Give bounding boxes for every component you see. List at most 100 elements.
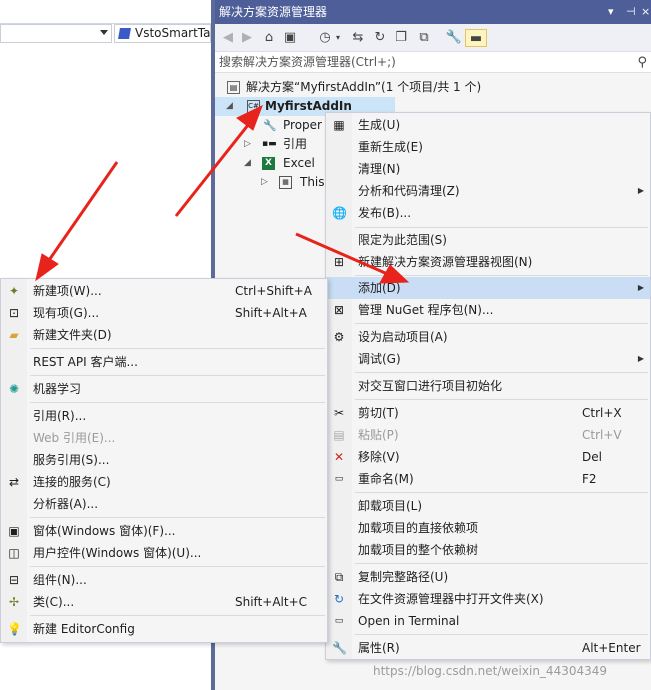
class-cube-icon [118, 28, 131, 39]
menu-separator [355, 399, 648, 400]
menu-item-label: 添加(D) [358, 281, 401, 295]
tree-item-references[interactable]: ▷ ▪▬ 引用 [215, 135, 335, 154]
menu-item-interactive-init[interactable]: 对交互窗口进行项目初始化 [326, 375, 650, 397]
menu-item-user-control[interactable]: ◫ 用户控件(Windows 窗体)(U)... [1, 542, 327, 564]
menu-item-rebuild[interactable]: 重新生成(E) [326, 136, 650, 158]
navigation-combo[interactable] [0, 24, 112, 43]
menu-item-new-view[interactable]: ⊞ 新建解决方案资源管理器视图(N) [326, 251, 650, 273]
properties-wrench-icon[interactable]: 🔧 [445, 29, 463, 47]
menu-item-debug[interactable]: 调试(G) ▶ [326, 348, 650, 370]
menu-item-rename[interactable]: ▭ 重命名(M) F2 [326, 468, 650, 490]
close-icon[interactable]: × [641, 0, 650, 24]
panel-menu-icon[interactable]: ▾ [608, 0, 614, 24]
menu-item-label: 分析和代码清理(Z) [358, 184, 460, 198]
menu-item-copy-path[interactable]: ⧉ 复制完整路径(U) [326, 566, 650, 588]
tree-item-label: Excel [283, 156, 315, 170]
menu-shortcut: Alt+Enter [582, 641, 641, 655]
collapse-all-icon[interactable]: ❐ [392, 29, 410, 47]
preview-selected-icon[interactable]: ▬ [465, 29, 487, 47]
menu-item-label: 移除(V) [358, 450, 400, 464]
tree-item-solution[interactable]: ▤ 解决方案“MyfirstAddIn”(1 个项目/共 1 个) [215, 78, 651, 97]
menu-item-unload[interactable]: 卸载项目(L) [326, 495, 650, 517]
menu-item-new-item[interactable]: ✦ 新建项(W)... Ctrl+Shift+A [1, 280, 327, 302]
menu-item-build[interactable]: ▦ 生成(U) [326, 114, 650, 136]
search-icon: ⚲ [637, 55, 647, 70]
menu-item-component[interactable]: ⊟ 组件(N)... [1, 569, 327, 591]
menu-item-connected-service[interactable]: ⇄ 连接的服务(C) [1, 471, 327, 493]
menu-item-remove[interactable]: ✕ 移除(V) Del [326, 446, 650, 468]
menu-shortcut: Shift+Alt+A [235, 306, 307, 320]
menu-item-editorconfig[interactable]: 💡 新建 EditorConfig [1, 618, 327, 640]
menu-item-label: 用户控件(Windows 窗体)(U)... [33, 546, 202, 560]
existing-item-icon: ⊡ [8, 306, 20, 320]
menu-item-label: 机器学习 [33, 382, 82, 396]
menu-item-label: 连接的服务(C) [33, 475, 111, 489]
back-icon[interactable]: ◀ [219, 29, 237, 47]
forward-icon[interactable]: ▶ [238, 29, 256, 47]
menu-separator [30, 517, 325, 518]
menu-item-open-terminal[interactable]: ▭ Open in Terminal [326, 610, 650, 632]
menu-item-set-startup[interactable]: ⚙ 设为启动项目(A) [326, 326, 650, 348]
tree-item-excel[interactable]: ◢ X Excel [215, 154, 335, 173]
menu-item-analyzer[interactable]: 分析器(A)... [1, 493, 327, 515]
tree-item-label: Proper [283, 118, 322, 132]
menu-item-machine-learning[interactable]: ✺ 机器学习 [1, 378, 327, 400]
menu-item-load-direct[interactable]: 加载项目的直接依赖项 [326, 517, 650, 539]
menu-item-add[interactable]: 添加(D) ▶ [326, 277, 650, 299]
menu-item-paste[interactable]: ▤ 粘贴(P) Ctrl+V [326, 424, 650, 446]
menu-item-class[interactable]: ✢ 类(C)... Shift+Alt+C [1, 591, 327, 613]
menu-item-label: 分析器(A)... [33, 497, 99, 511]
menu-item-service-reference[interactable]: 服务引用(S)... [1, 449, 327, 471]
menu-item-label: 新建文件夹(D) [33, 328, 112, 342]
menu-item-label: 新建项(W)... [33, 284, 102, 298]
menu-item-reference[interactable]: 引用(R)... [1, 405, 327, 427]
terminal-icon: ▭ [334, 616, 344, 626]
search-placeholder: 搜索解决方案资源管理器(Ctrl+;) [219, 55, 396, 69]
menu-item-label: 现有项(G)... [33, 306, 100, 320]
menu-item-label: 调试(G) [358, 352, 401, 366]
menu-item-web-reference[interactable]: Web 引用(E)... [1, 427, 327, 449]
menu-item-nuget[interactable]: ⊠ 管理 NuGet 程序包(N)... [326, 299, 650, 321]
member-combo[interactable]: VstoSmartTa [114, 24, 211, 43]
menu-item-label: 新建 EditorConfig [33, 622, 135, 636]
solution-explorer-search[interactable]: 搜索解决方案资源管理器(Ctrl+;) ⚲ [215, 52, 651, 73]
refresh-icon[interactable]: ↻ [371, 29, 389, 47]
home-icon[interactable]: ⌂ [260, 29, 278, 47]
menu-item-windows-form[interactable]: ▣ 窗体(Windows 窗体)(F)... [1, 520, 327, 542]
menu-item-analyze[interactable]: 分析和代码清理(Z) ▶ [326, 180, 650, 202]
expanded-arrow-icon: ◢ [226, 101, 233, 111]
pin-icon[interactable]: ⊣ [626, 0, 636, 24]
menu-item-new-folder[interactable]: ▰ 新建文件夹(D) [1, 324, 327, 346]
history-dropdown-icon[interactable]: ▾ [329, 29, 347, 47]
menu-item-label: 引用(R)... [33, 409, 87, 423]
menu-separator [355, 372, 648, 373]
sync-icon[interactable]: ⇆ [349, 29, 367, 47]
menu-item-clean[interactable]: 清理(N) [326, 158, 650, 180]
menu-item-publish[interactable]: 🌐 发布(B)... [326, 202, 650, 224]
menu-item-label: 设为启动项目(A) [358, 330, 448, 344]
menu-item-label: 对交互窗口进行项目初始化 [358, 379, 503, 393]
menu-shortcut: F2 [582, 472, 597, 486]
switch-views-icon[interactable]: ▣ [281, 29, 299, 47]
menu-item-cut[interactable]: ✂ 剪切(T) Ctrl+X [326, 402, 650, 424]
form-icon: ▣ [8, 524, 20, 538]
menu-shortcut: Ctrl+X [582, 406, 622, 420]
menu-item-open-folder[interactable]: ↻ 在文件资源管理器中打开文件夹(X) [326, 588, 650, 610]
rename-icon: ▭ [334, 474, 344, 484]
menu-item-properties[interactable]: 🔧 属性(R) Alt+Enter [326, 637, 650, 659]
menu-item-scope[interactable]: 限定为此范围(S) [326, 229, 650, 251]
menu-separator [30, 566, 325, 567]
wrench-icon: 🔧 [332, 641, 347, 655]
menu-item-label: 窗体(Windows 窗体)(F)... [33, 524, 176, 538]
tree-item-thisworkbook[interactable]: ▷ ▦ This [215, 173, 335, 192]
tree-item-properties[interactable]: 🔧 Proper [215, 116, 335, 135]
menu-item-load-tree[interactable]: 加载项目的整个依赖树 [326, 539, 650, 561]
globe-icon: 🌐 [332, 206, 347, 220]
menu-item-rest-client[interactable]: REST API 客户端... [1, 351, 327, 373]
menu-separator [355, 227, 648, 228]
menu-item-label: 剪切(T) [358, 406, 399, 420]
show-all-files-icon[interactable]: ⧉ [415, 29, 433, 47]
nuget-icon: ⊠ [333, 303, 345, 317]
menu-item-label: 加载项目的整个依赖树 [358, 543, 479, 557]
menu-item-existing-item[interactable]: ⊡ 现有项(G)... Shift+Alt+A [1, 302, 327, 324]
